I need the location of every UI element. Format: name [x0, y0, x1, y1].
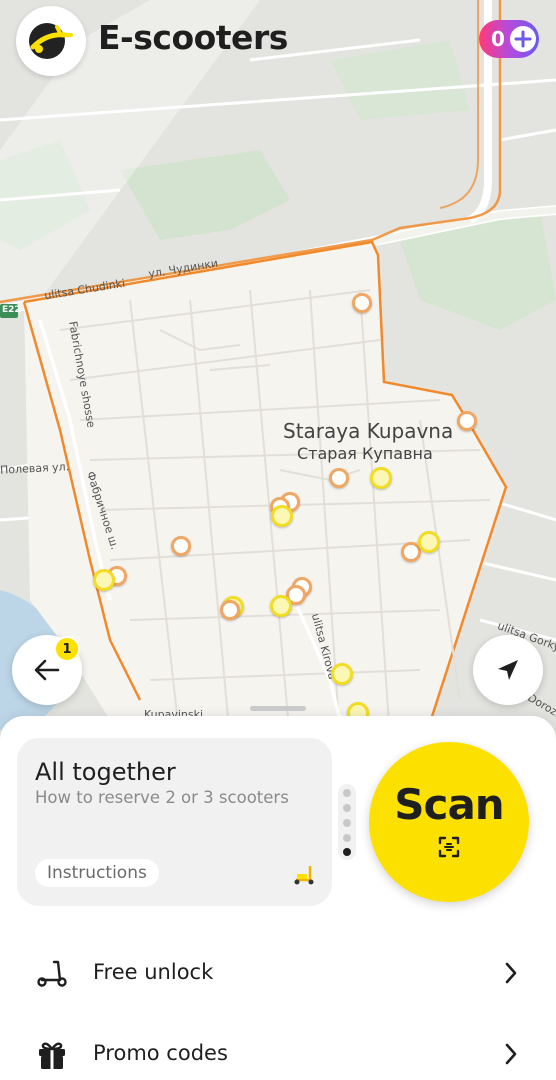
card-pager[interactable] [338, 784, 356, 860]
place-name-local: Старая Купавна [297, 444, 433, 463]
pager-dot-active [343, 848, 351, 856]
my-location-button[interactable] [473, 635, 543, 705]
promo-card[interactable]: All together How to reserve 2 or 3 scoot… [17, 738, 332, 906]
menu-item-label: Free unlock [93, 960, 214, 984]
scooter-pin-available[interactable] [331, 663, 353, 685]
map-view[interactable]: ulitsa Chudinki ул. Чудинки Fabrichnoye … [0, 0, 556, 760]
scooter-icon [37, 960, 67, 987]
scooter-pin[interactable] [171, 536, 191, 556]
pager-dot [343, 819, 351, 827]
scooter-pin-available[interactable] [418, 531, 440, 553]
scooter-pin[interactable] [329, 468, 349, 488]
app-title: E-scooters [98, 18, 288, 57]
promo-title: All together [35, 758, 176, 786]
menu-item-label: Promo codes [93, 1041, 228, 1065]
scooter-pin-available[interactable] [270, 595, 292, 617]
navigation-arrow-icon [498, 660, 518, 680]
pager-dot [343, 789, 351, 797]
sheet-grabber[interactable] [250, 706, 306, 711]
scan-button[interactable]: Scan [369, 742, 529, 902]
scooters-illustration-icon [294, 866, 314, 885]
chevron-right-icon [505, 962, 517, 984]
pager-dot [343, 804, 351, 812]
menu-item-promo-codes[interactable]: Promo codes [0, 1019, 556, 1080]
gift-icon [39, 1042, 65, 1069]
scooter-pin[interactable] [352, 293, 372, 313]
chevron-right-icon [505, 1043, 517, 1065]
scooter-pin[interactable] [220, 600, 240, 620]
place-name: Staraya Kupavna [283, 419, 454, 443]
pager-dot [343, 834, 351, 842]
instructions-button[interactable]: Instructions [35, 859, 159, 887]
scooter-pin-available[interactable] [93, 569, 115, 591]
qr-scan-icon [438, 836, 460, 858]
promo-subtitle: How to reserve 2 or 3 scooters [35, 788, 289, 807]
notification-badge: 1 [54, 636, 80, 662]
plus-icon [509, 26, 536, 52]
highway-badge: E22 [2, 305, 21, 315]
scan-label: Scan [394, 780, 504, 829]
scooter-logo-icon[interactable] [16, 6, 86, 76]
scooter-pin[interactable] [457, 411, 477, 431]
arrow-left-icon [34, 659, 60, 681]
scooter-pin-available[interactable] [370, 467, 392, 489]
plus-points-value: 0 [491, 27, 505, 51]
scooter-pin-available[interactable] [271, 505, 293, 527]
plus-points-badge[interactable]: 0 [479, 20, 539, 58]
menu-item-free-unlock[interactable]: Free unlock [0, 938, 556, 1008]
